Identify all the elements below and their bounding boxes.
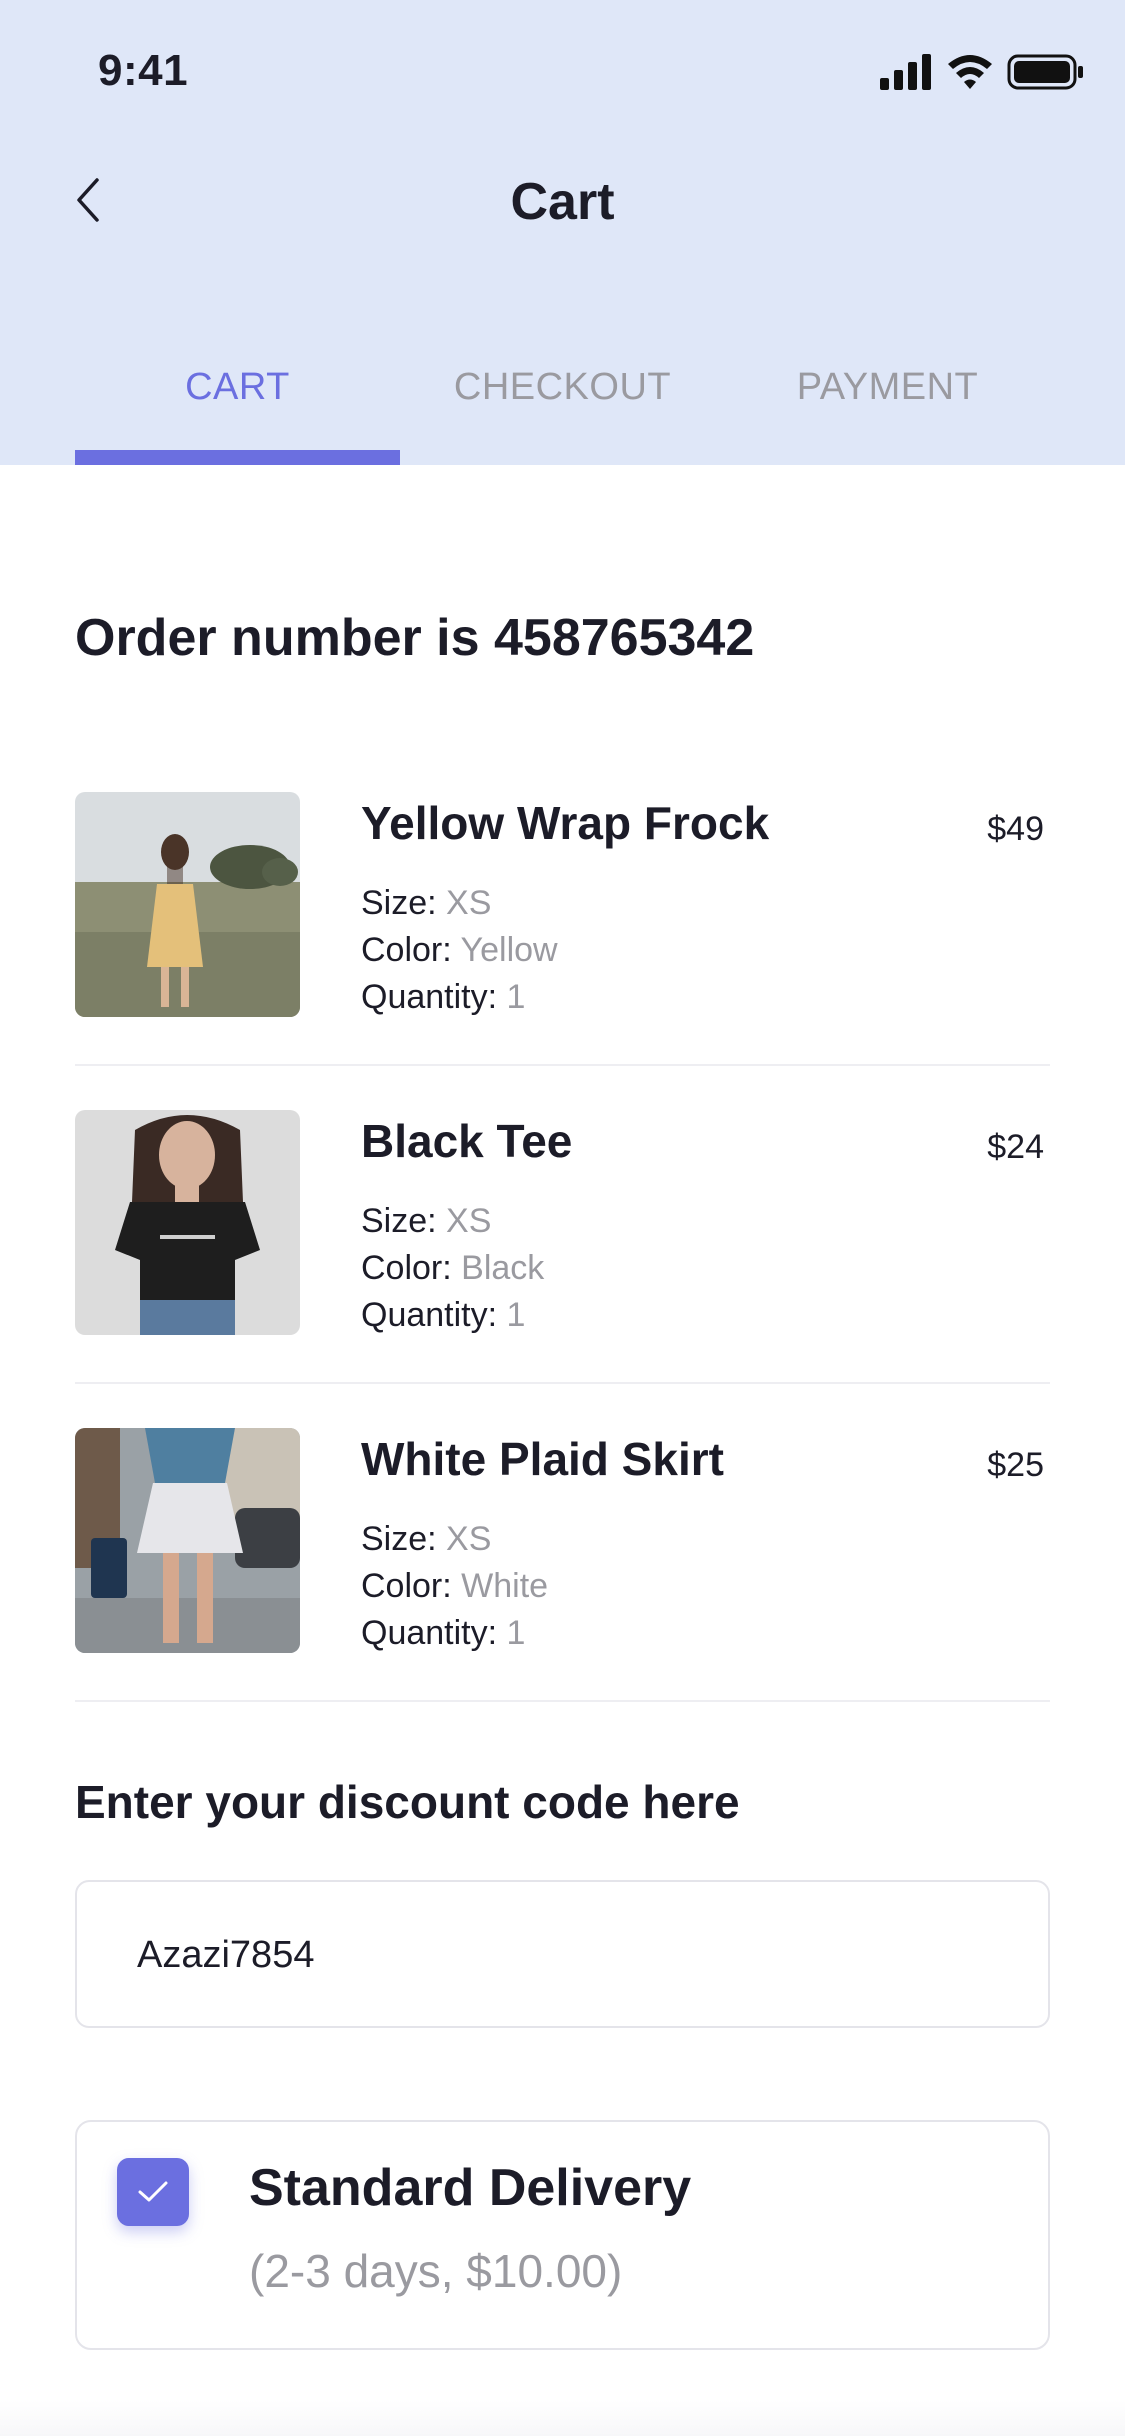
color-label: Color: bbox=[361, 1249, 452, 1287]
size-value: XS bbox=[446, 1520, 492, 1558]
product-image-white-plaid-skirt bbox=[75, 1428, 300, 1653]
discount-code-input[interactable] bbox=[135, 1882, 1019, 2028]
tab-checkout[interactable]: CHECKOUT bbox=[400, 340, 725, 430]
item-name: Black Tee bbox=[361, 1115, 573, 1167]
color-label: Color: bbox=[361, 1567, 452, 1605]
active-tab-indicator bbox=[75, 450, 400, 465]
wifi-icon bbox=[948, 55, 992, 89]
size-value: XS bbox=[446, 884, 492, 922]
item-name: Yellow Wrap Frock bbox=[361, 797, 770, 849]
battery-icon bbox=[1007, 54, 1083, 90]
item-attributes: Size: XS Color: Yellow Quantity: 1 bbox=[361, 880, 558, 1021]
delivery-subtitle: (2-3 days, $10.00) bbox=[249, 2245, 623, 2297]
divider bbox=[75, 1064, 1050, 1066]
discount-code-field[interactable] bbox=[75, 1880, 1050, 2028]
quantity-label: Quantity: bbox=[361, 1296, 498, 1334]
delivery-checkbox[interactable] bbox=[117, 2158, 189, 2226]
quantity-value: 1 bbox=[506, 978, 526, 1016]
quantity-value: 1 bbox=[506, 1296, 526, 1334]
checkmark-icon bbox=[138, 2181, 168, 2202]
color-value: Black bbox=[461, 1249, 545, 1287]
item-price: $25 bbox=[987, 1446, 1044, 1484]
delivery-title: Standard Delivery bbox=[249, 2159, 692, 2217]
header: 9:41 Cart CART CHECKOUT PAYMENT bbox=[0, 0, 1125, 465]
item-name: White Plaid Skirt bbox=[361, 1433, 724, 1485]
item-attributes: Size: XS Color: White Quantity: 1 bbox=[361, 1516, 548, 1657]
color-label: Color: bbox=[361, 931, 452, 969]
color-value: White bbox=[461, 1567, 549, 1605]
cellular-signal-icon bbox=[880, 54, 931, 90]
tab-payment[interactable]: PAYMENT bbox=[725, 340, 1050, 430]
tab-cart[interactable]: CART bbox=[75, 340, 400, 430]
product-image-yellow-wrap-frock bbox=[75, 792, 300, 1017]
color-value: Yellow bbox=[460, 931, 558, 969]
bottom-fade bbox=[0, 2400, 1125, 2436]
size-label: Size: bbox=[361, 884, 437, 922]
quantity-label: Quantity: bbox=[361, 978, 498, 1016]
order-number: Order number is 458765342 bbox=[75, 609, 755, 667]
divider bbox=[75, 1700, 1050, 1702]
page-title: Cart bbox=[510, 173, 615, 231]
divider bbox=[75, 1382, 1050, 1384]
item-attributes: Size: XS Color: Black Quantity: 1 bbox=[361, 1198, 544, 1339]
cart-item[interactable]: Black Tee $24 Size: XS Color: Black Quan… bbox=[75, 1110, 1050, 1430]
discount-label: Enter your discount code here bbox=[75, 1776, 740, 1828]
quantity-label: Quantity: bbox=[361, 1614, 498, 1652]
item-price: $49 bbox=[987, 810, 1044, 848]
cart-item[interactable]: Yellow Wrap Frock $49 Size: XS Color: Ye… bbox=[75, 792, 1050, 1112]
item-price: $24 bbox=[987, 1128, 1044, 1166]
cart-item[interactable]: White Plaid Skirt $25 Size: XS Color: Wh… bbox=[75, 1428, 1050, 1748]
size-label: Size: bbox=[361, 1520, 437, 1558]
size-label: Size: bbox=[361, 1202, 437, 1240]
status-time: 9:41 bbox=[98, 46, 189, 95]
product-image-black-tee bbox=[75, 1110, 300, 1335]
tab-bar: CART CHECKOUT PAYMENT bbox=[75, 340, 1050, 465]
delivery-option-card[interactable]: Standard Delivery (2-3 days, $10.00) bbox=[75, 2120, 1050, 2350]
quantity-value: 1 bbox=[506, 1614, 526, 1652]
size-value: XS bbox=[446, 1202, 492, 1240]
status-icons bbox=[880, 54, 1083, 90]
